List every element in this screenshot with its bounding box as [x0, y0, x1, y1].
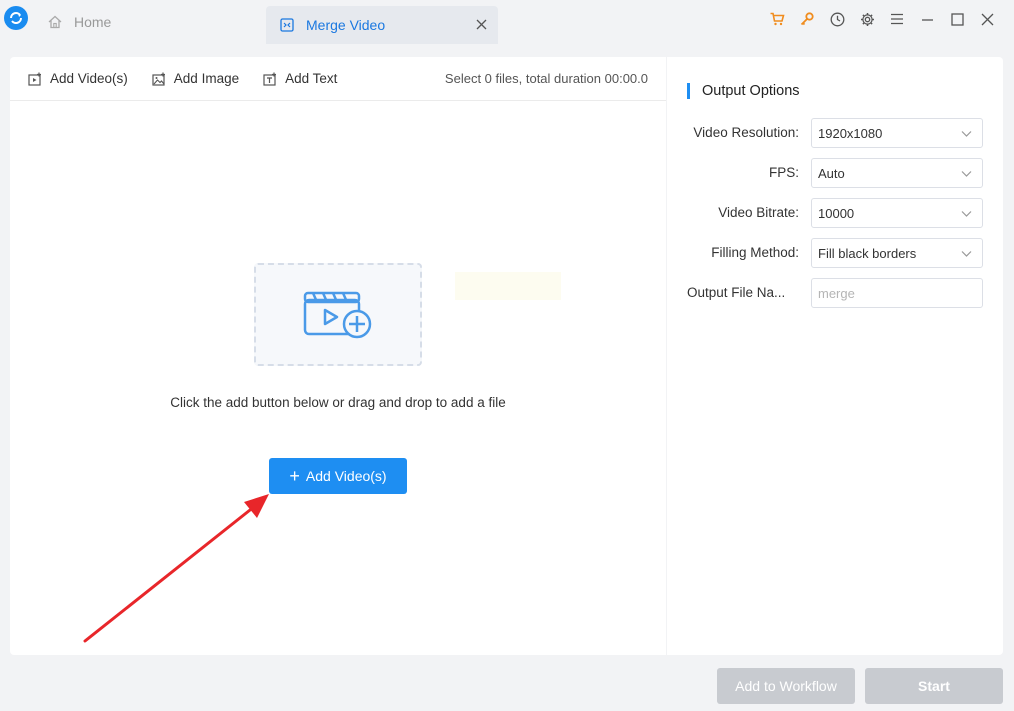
- resolution-select[interactable]: 1920x1080: [811, 118, 983, 148]
- filling-value: Fill black borders: [818, 245, 917, 261]
- chevron-down-icon: [961, 251, 972, 257]
- file-toolbar: Add Video(s) Add Image Add Text Select 0…: [10, 57, 666, 101]
- key-icon[interactable]: [792, 9, 822, 29]
- fps-row: FPS: Auto: [667, 158, 1003, 188]
- plus-icon: +: [289, 466, 300, 486]
- fps-select[interactable]: Auto: [811, 158, 983, 188]
- cart-icon[interactable]: [762, 9, 792, 29]
- add-text-label: Add Text: [285, 71, 338, 86]
- filling-row: Filling Method: Fill black borders: [667, 238, 1003, 268]
- output-options-panel: Output Options Video Resolution: 1920x10…: [667, 57, 1003, 655]
- bitrate-row: Video Bitrate: 10000: [667, 198, 1003, 228]
- add-text-tool[interactable]: Add Text: [263, 71, 337, 86]
- drop-zone[interactable]: [254, 263, 422, 366]
- add-image-icon: [152, 72, 165, 86]
- add-video-icon: [28, 72, 41, 86]
- start-button[interactable]: Start: [865, 668, 1003, 704]
- add-image-tool[interactable]: Add Image: [152, 71, 239, 86]
- output-options-title: Output Options: [687, 83, 800, 99]
- resolution-label: Video Resolution:: [693, 125, 799, 140]
- video-add-icon: [303, 291, 372, 338]
- filename-label: Output File Na...: [687, 285, 786, 300]
- chevron-down-icon: [961, 131, 972, 137]
- fps-label: FPS:: [768, 165, 799, 180]
- merge-icon: [280, 18, 294, 32]
- resolution-row: Video Resolution: 1920x1080: [667, 118, 1003, 148]
- add-videos-button-label: Add Video(s): [305, 468, 387, 484]
- tab-merge-video[interactable]: Merge Video: [266, 6, 498, 44]
- gear-icon[interactable]: [852, 9, 882, 29]
- faint-highlight: [455, 272, 561, 300]
- maximize-icon[interactable]: [942, 9, 972, 29]
- bitrate-label: Video Bitrate:: [718, 205, 799, 220]
- title-bar: Home Merge Video: [0, 0, 1014, 44]
- filename-input[interactable]: [811, 278, 983, 308]
- chevron-down-icon: [961, 171, 972, 177]
- tab-home-label: Home: [74, 14, 112, 30]
- filename-row: Output File Na...: [667, 278, 1003, 308]
- tab-merge-label: Merge Video: [306, 17, 386, 33]
- add-videos-tool[interactable]: Add Video(s): [28, 71, 128, 86]
- window-close-icon[interactable]: [972, 9, 1002, 29]
- menu-icon[interactable]: [882, 9, 912, 29]
- chevron-down-icon: [961, 211, 972, 217]
- home-icon: [48, 15, 62, 29]
- minimize-icon[interactable]: [912, 9, 942, 29]
- resolution-value: 1920x1080: [818, 125, 883, 141]
- add-image-label: Add Image: [173, 71, 240, 86]
- add-videos-label: Add Video(s): [50, 71, 128, 86]
- file-list-panel: Add Video(s) Add Image Add Text Select 0…: [10, 57, 666, 655]
- close-icon[interactable]: [474, 17, 488, 31]
- bitrate-select[interactable]: 10000: [811, 198, 983, 228]
- window-controls: [762, 9, 1002, 29]
- app-logo-icon: [4, 6, 28, 30]
- filling-label: Filling Method:: [711, 245, 799, 260]
- add-videos-button[interactable]: + Add Video(s): [269, 458, 407, 494]
- add-to-workflow-button[interactable]: Add to Workflow: [717, 668, 855, 704]
- add-text-icon: [263, 72, 277, 86]
- tab-home[interactable]: Home: [40, 0, 190, 44]
- filling-select[interactable]: Fill black borders: [811, 238, 983, 268]
- history-icon[interactable]: [822, 9, 852, 29]
- selection-summary: Select 0 files, total duration 00:00.0: [444, 71, 648, 86]
- fps-value: Auto: [818, 165, 845, 181]
- bitrate-value: 10000: [818, 205, 855, 221]
- drop-hint: Click the add button below or drag and d…: [170, 395, 506, 410]
